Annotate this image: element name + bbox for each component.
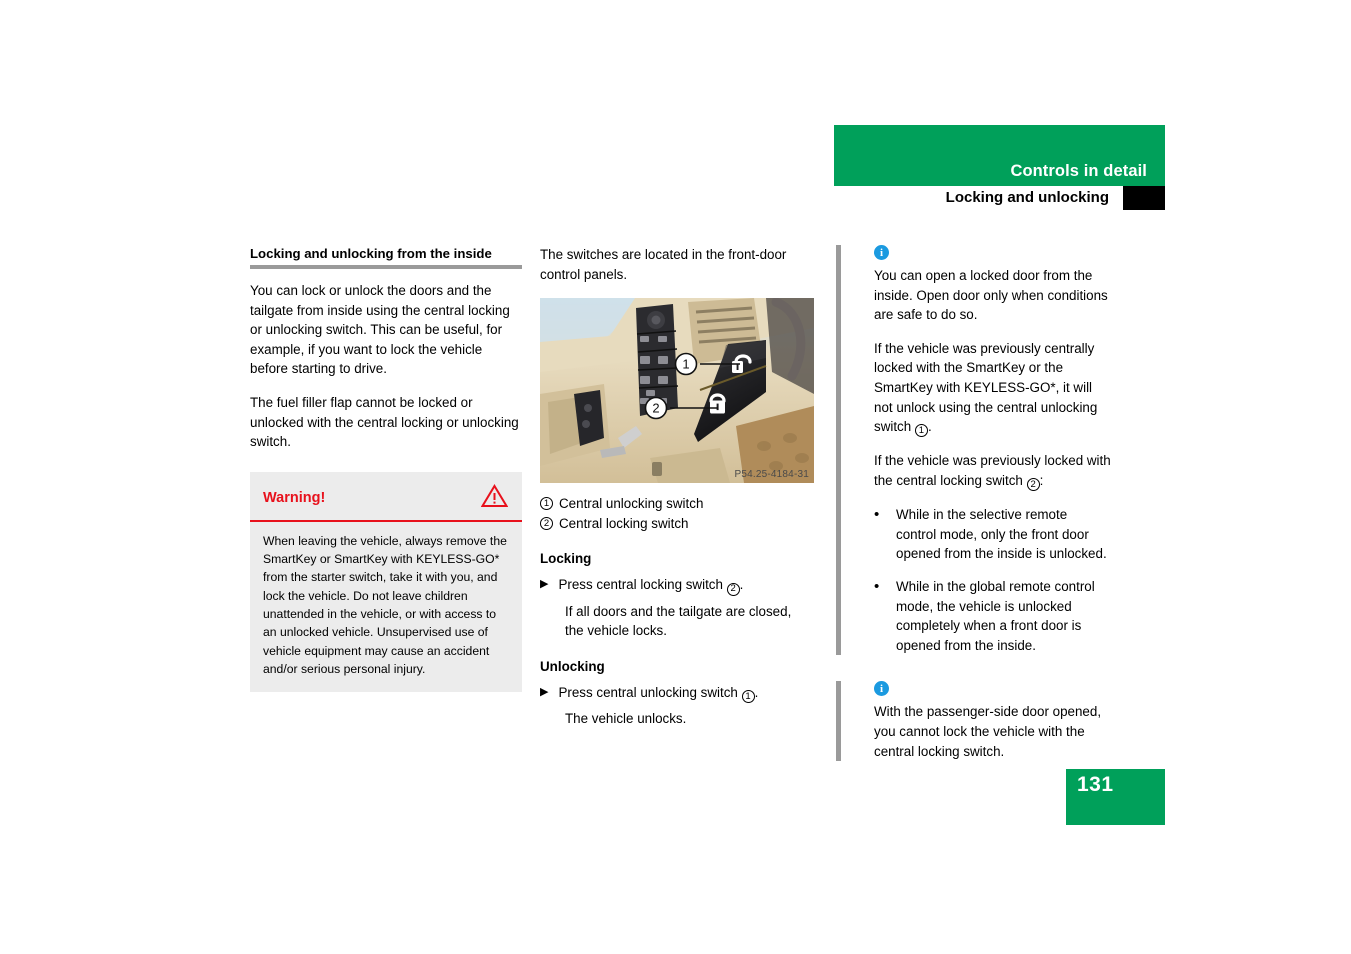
bullet-dot-icon: •	[874, 506, 880, 524]
info-icon: i	[874, 245, 889, 260]
section-heading-rule	[250, 265, 522, 269]
paragraph-text: If the vehicle was previously locked wit…	[874, 453, 1111, 488]
subsection-heading-locking: Locking	[540, 551, 592, 567]
chapter-tab-marker	[1123, 186, 1165, 210]
step-label: Press central unlocking switch	[558, 684, 738, 700]
page-number-block: 131	[1066, 769, 1165, 825]
step-text: Press central locking switch 2.	[558, 575, 744, 596]
figure-legend: 1 Central unlocking switch 2 Central loc…	[540, 494, 812, 533]
bullet-text: While in the selective remote control mo…	[896, 507, 1107, 562]
callout-number: 2	[726, 582, 740, 596]
info-note-block: i You can open a locked door from the in…	[836, 245, 1111, 656]
info-accent-bar	[836, 245, 841, 656]
bullet-item: • While in the global remote control mod…	[874, 577, 1111, 655]
figure-id-label: P54.25-4184-31	[734, 469, 809, 481]
step-suffix: .	[754, 684, 759, 700]
figure-callout-1: 1	[674, 352, 698, 376]
paragraph: If the vehicle was previously centrally …	[874, 339, 1111, 438]
warning-title: Warning!	[263, 490, 326, 507]
paragraph: You can open a locked door from the insi…	[874, 268, 1108, 323]
step-suffix: .	[739, 577, 744, 593]
callout-number: 2	[1026, 478, 1040, 492]
legend-item: 1 Central unlocking switch	[540, 494, 812, 514]
bullet-item: • While in the selective remote control …	[874, 505, 1111, 564]
info-icon: i	[874, 681, 889, 697]
section-heading: Locking and unlocking from the inside	[250, 246, 492, 261]
warning-triangle-icon	[480, 483, 509, 513]
right-column: i You can open a locked door from the in…	[836, 245, 1111, 787]
info-note-block: i With the passenger-side door opened, y…	[836, 681, 1111, 762]
paragraph: If the vehicle was previously locked wit…	[874, 451, 1111, 492]
legend-label: Central unlocking switch	[559, 496, 704, 512]
page-header-subtitle: Locking and unlocking	[945, 189, 1109, 206]
paragraph-suffix: .	[927, 419, 932, 435]
step-arrow-icon: ▶	[540, 685, 549, 698]
subsection-heading-unlocking: Unlocking	[540, 658, 605, 674]
step-result: If all doors and the tailgate are closed…	[565, 603, 792, 639]
page-header-title: Controls in detail	[1010, 162, 1147, 180]
step-text: Press central unlocking switch 1.	[558, 683, 759, 704]
bullet-dot-icon: •	[874, 578, 880, 596]
bullet-text: While in the global remote control mode,…	[896, 579, 1095, 653]
paragraph: You can lock or unlock the doors and the…	[250, 283, 510, 377]
left-column: Locking and unlocking from the inside Yo…	[250, 245, 522, 693]
paragraph-text: If the vehicle was previously centrally …	[874, 340, 1098, 435]
svg-text:2: 2	[652, 401, 659, 416]
instruction-step: ▶ Press central unlocking switch 1.	[540, 683, 812, 704]
door-control-panel-figure: 1 2 P54.25-4184-31	[540, 298, 814, 484]
middle-column: The switches are located in the front-do…	[540, 245, 814, 747]
paragraph-suffix: :	[1039, 473, 1044, 488]
page-header-subtitle-bar: Locking and unlocking	[834, 186, 1165, 210]
warning-header: Warning!	[250, 472, 522, 520]
step-label: Press central locking switch	[558, 577, 723, 593]
callout-number: 1	[914, 424, 928, 438]
paragraph: The fuel filler flap cannot be locked or…	[250, 394, 519, 450]
callout-number: 1	[741, 690, 755, 704]
callout-number: 1	[540, 497, 553, 511]
svg-text:1: 1	[682, 357, 689, 372]
info-accent-bar	[836, 681, 841, 762]
instruction-step: ▶ Press central locking switch 2.	[540, 575, 812, 596]
paragraph: The switches are located in the front-do…	[540, 247, 787, 282]
warning-box: Warning! When leaving the vehicle, alway…	[250, 471, 522, 693]
step-arrow-icon: ▶	[540, 578, 549, 591]
callout-number: 2	[540, 516, 553, 530]
page-number: 131	[1077, 773, 1114, 796]
warning-text: When leaving the vehicle, always remove …	[263, 533, 507, 676]
paragraph: With the passenger-side door opened, you…	[874, 704, 1102, 759]
page-header-banner: Controls in detail	[834, 125, 1165, 186]
legend-item: 2 Central locking switch	[540, 514, 812, 534]
figure-callout-2: 2	[644, 396, 668, 420]
step-result: The vehicle unlocks.	[565, 711, 687, 727]
legend-label: Central locking switch	[559, 515, 689, 531]
